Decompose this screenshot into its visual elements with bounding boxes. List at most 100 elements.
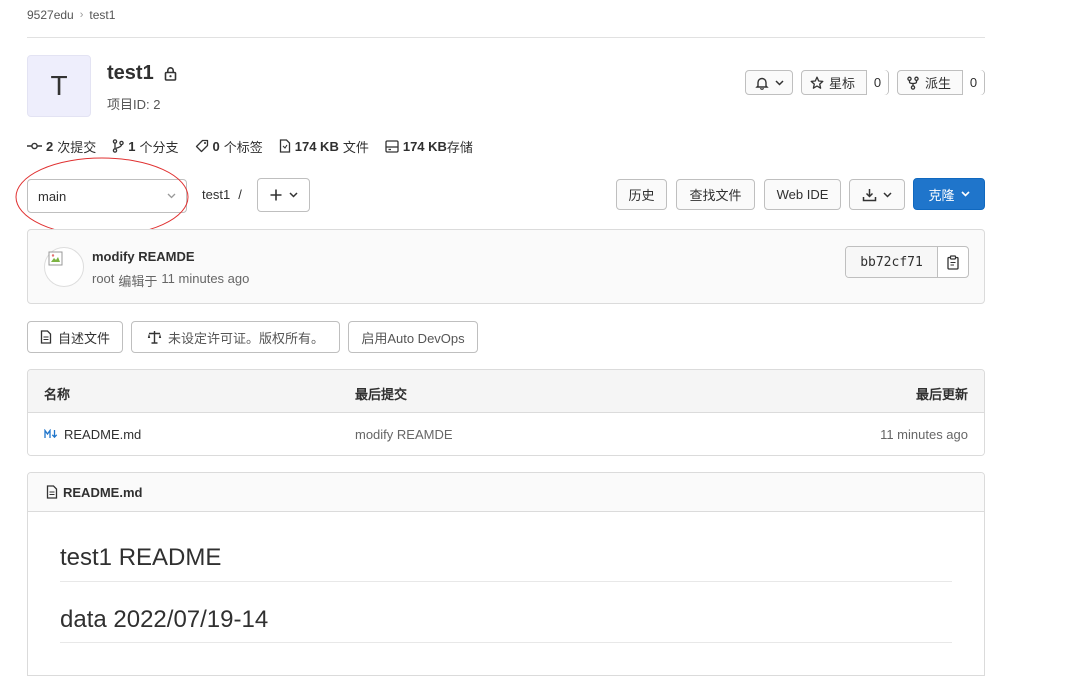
commit-author[interactable]: root <box>92 271 114 290</box>
chevron-down-icon <box>774 79 784 86</box>
copy-sha-button[interactable] <box>937 247 968 277</box>
auto-devops-badge[interactable]: 启用Auto DevOps <box>348 321 478 353</box>
table-header: 名称 最后提交 最后更新 <box>28 370 984 413</box>
commit-time: 11 minutes ago <box>161 271 250 286</box>
readme-viewer: README.md test1 README data 2022/07/19-1… <box>27 472 985 676</box>
star-button[interactable]: 星标 0 <box>801 70 889 95</box>
readme-heading-1: test1 README <box>60 544 222 571</box>
readme-heading-2: data 2022/07/19-14 <box>60 606 269 633</box>
branch-icon <box>112 139 125 153</box>
project-id: 项目ID: 2 <box>107 97 161 112</box>
avatar[interactable] <box>44 247 84 287</box>
broken-image-icon <box>48 251 64 267</box>
document-icon <box>46 485 58 499</box>
document-icon <box>40 330 52 344</box>
web-ide-label: Web IDE <box>776 187 829 202</box>
clone-button[interactable]: 克隆 <box>913 178 985 210</box>
breadcrumb: 9527edu › test1 <box>27 7 115 23</box>
find-file-label: 查找文件 <box>689 188 742 203</box>
chevron-down-icon <box>960 191 970 197</box>
clipboard-icon <box>947 254 959 270</box>
chevron-down-icon <box>883 191 892 198</box>
commit-sha-group: bb72cf71 <box>845 246 969 278</box>
repo-path: test1 / <box>202 187 242 202</box>
history-button[interactable]: 历史 <box>616 179 667 210</box>
avatar-letter: T <box>50 70 68 101</box>
stat-commits[interactable]: 2 次提交 <box>27 137 96 156</box>
storage-size: 174 KB <box>402 138 447 154</box>
project-title: test1 <box>107 62 177 85</box>
readme-filename[interactable]: README.md <box>63 485 142 500</box>
star-label: 星标 <box>829 76 856 91</box>
fork-label: 派生 <box>925 76 952 91</box>
download-icon <box>862 188 877 202</box>
notification-button[interactable] <box>745 70 793 95</box>
readme-badge[interactable]: 自述文件 <box>27 321 123 353</box>
tags-count: 0 <box>212 138 220 154</box>
stat-tags[interactable]: 0 个标签 <box>195 137 263 156</box>
annotation-ellipse <box>15 157 189 237</box>
license-badge-label: 未设定许可证。版权所有。 <box>167 330 324 346</box>
file-icon <box>279 139 291 153</box>
lock-icon <box>164 66 177 81</box>
storage-icon <box>385 139 399 153</box>
commit-sha[interactable]: bb72cf71 <box>846 247 937 277</box>
commits-count: 2 <box>46 138 54 154</box>
project-name: test1 <box>107 62 154 84</box>
last-commit-panel: modify REAMDE root 编辑于 11 minutes ago bb… <box>27 229 985 304</box>
fork-count[interactable]: 0 <box>962 70 984 95</box>
path-root[interactable]: test1 <box>202 187 230 202</box>
fork-button[interactable]: 派生 0 <box>897 70 985 95</box>
readme-h1-divider <box>60 581 952 582</box>
commits-label: 次提交 <box>57 139 97 155</box>
readme-header: README.md <box>28 473 984 512</box>
history-label: 历史 <box>628 188 655 203</box>
breadcrumb-divider <box>27 37 985 38</box>
file-last-update: 11 minutes ago <box>880 427 968 442</box>
breadcrumb-group[interactable]: 9527edu <box>27 8 74 22</box>
markdown-icon <box>44 429 59 439</box>
file-name[interactable]: README.md <box>64 427 141 442</box>
chevron-right-icon: › <box>79 9 84 21</box>
header-name: 名称 <box>44 387 71 402</box>
readme-badge-label: 自述文件 <box>57 330 110 346</box>
storage-label: 存储 <box>446 139 473 155</box>
star-icon <box>810 76 824 90</box>
tags-label: 个标签 <box>223 139 263 155</box>
download-button[interactable] <box>849 179 905 210</box>
branches-count: 1 <box>128 138 136 154</box>
path-separator: / <box>238 187 242 202</box>
header-last-update: 最后更新 <box>915 387 968 402</box>
chevron-down-icon <box>289 192 298 198</box>
project-stats: 2 次提交 1 个分支 0 个标签 174 KB 文件 174 KB 存储 <box>27 137 473 155</box>
commit-icon <box>27 141 42 151</box>
fork-icon <box>906 76 920 90</box>
files-label: 文件 <box>342 139 369 155</box>
web-ide-button[interactable]: Web IDE <box>764 179 841 210</box>
files-size: 174 KB <box>294 138 339 154</box>
stat-storage[interactable]: 174 KB 存储 <box>385 137 473 156</box>
stat-branches[interactable]: 1 个分支 <box>112 137 179 156</box>
branches-label: 个分支 <box>139 139 179 155</box>
clone-label: 克隆 <box>928 187 955 203</box>
tag-icon <box>195 139 209 153</box>
breadcrumb-project[interactable]: test1 <box>89 8 115 22</box>
scale-icon <box>147 330 162 344</box>
stat-files[interactable]: 174 KB 文件 <box>279 137 369 156</box>
commit-meta: root 编辑于 11 minutes ago <box>92 271 249 290</box>
bell-icon <box>754 76 769 90</box>
file-last-commit[interactable]: modify REAMDE <box>355 427 453 442</box>
commit-message[interactable]: modify REAMDE <box>92 249 195 264</box>
commit-action: 编辑于 <box>118 274 158 289</box>
readme-h2-divider <box>60 642 952 643</box>
project-avatar: T <box>27 55 91 117</box>
file-table: 名称 最后提交 最后更新 README.md modify REAMDE 11 … <box>27 369 985 456</box>
header-last-commit: 最后提交 <box>355 387 408 402</box>
table-row[interactable]: README.md modify REAMDE 11 minutes ago <box>28 413 984 455</box>
auto-devops-label: 启用Auto DevOps <box>361 330 465 346</box>
find-file-button[interactable]: 查找文件 <box>676 179 755 210</box>
plus-icon <box>269 188 283 202</box>
license-badge[interactable]: 未设定许可证。版权所有。 <box>131 321 340 353</box>
add-dropdown-button[interactable] <box>257 178 310 212</box>
star-count[interactable]: 0 <box>866 70 888 95</box>
